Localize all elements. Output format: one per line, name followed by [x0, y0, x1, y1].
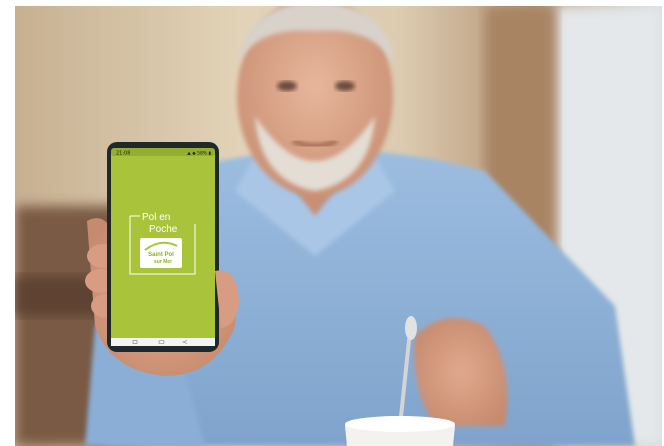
smartphone: 21:08 ▲ ◆ 58% ▮ Pol en Poche Saint Pol s…: [107, 142, 219, 352]
logo-line1: Pol en: [142, 212, 170, 223]
right-eye: [335, 81, 355, 91]
cup-rim: [345, 416, 455, 432]
photo: 21:08 ▲ ◆ 58% ▮ Pol en Poche Saint Pol s…: [15, 6, 662, 446]
left-eye: [277, 81, 297, 91]
status-time: 21:08: [116, 151, 130, 157]
logo-line2: Poche: [149, 224, 178, 235]
nav-bar: [111, 338, 215, 346]
photo-stage: 21:08 ▲ ◆ 58% ▮ Pol en Poche Saint Pol s…: [0, 0, 664, 446]
spoon-head: [405, 316, 417, 340]
badge-line2: sur Mer: [154, 259, 172, 265]
badge-line1: Saint Pol: [148, 252, 174, 258]
status-icons: ▲ ◆ 58% ▮: [187, 151, 211, 157]
photo-illustration: 21:08 ▲ ◆ 58% ▮ Pol en Poche Saint Pol s…: [15, 6, 662, 446]
